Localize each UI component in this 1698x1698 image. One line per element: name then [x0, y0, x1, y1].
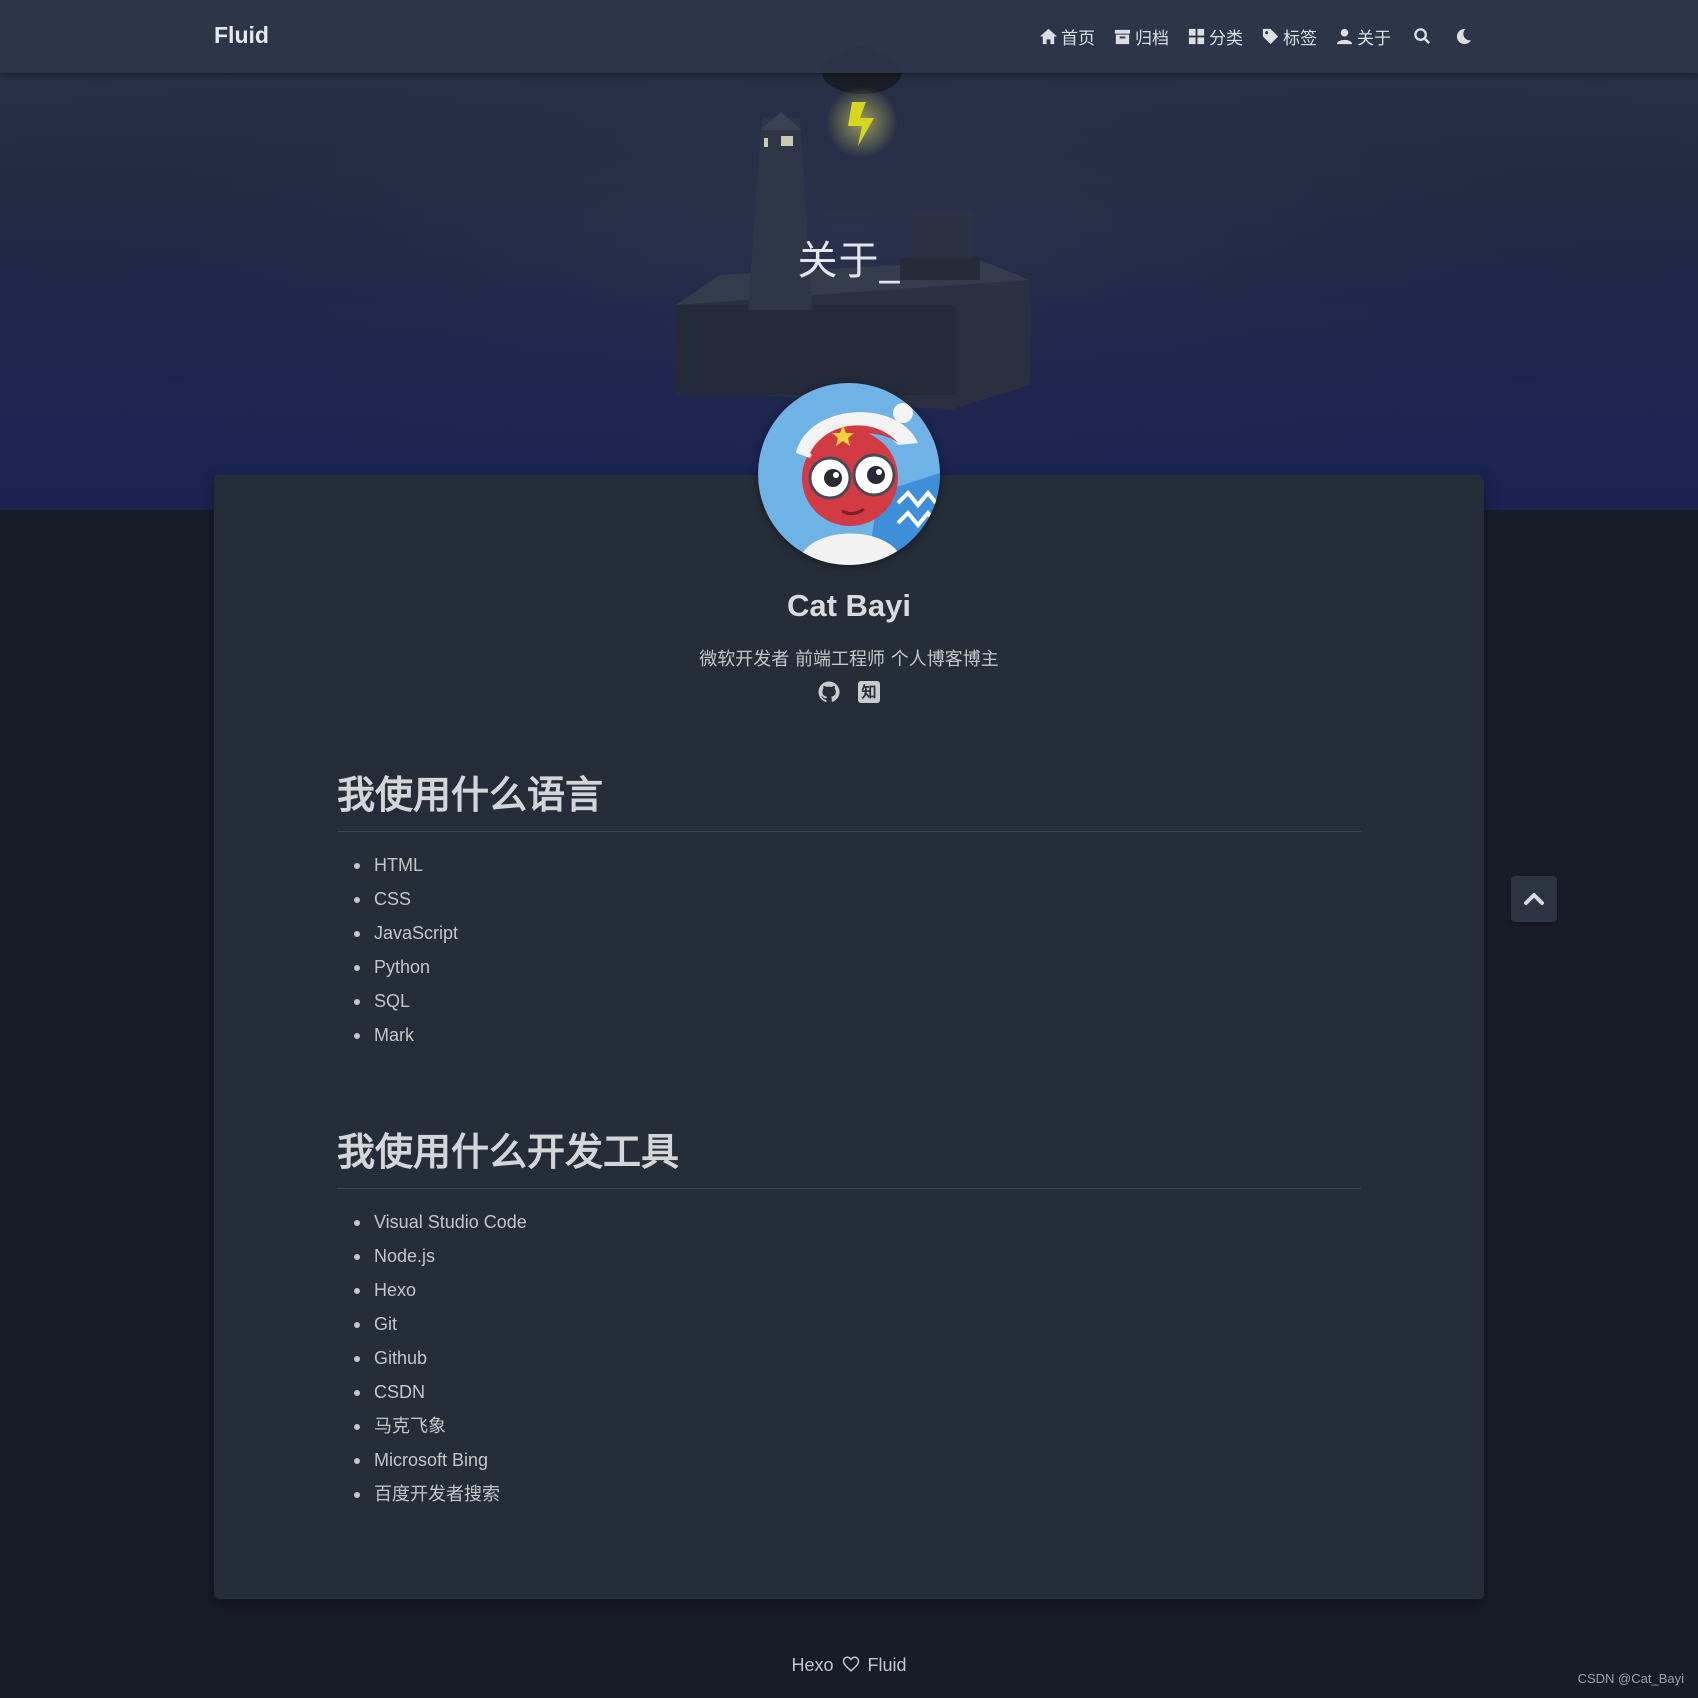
list-item: Node.js — [337, 1239, 527, 1273]
archive-icon — [1114, 29, 1131, 45]
avatar — [758, 383, 940, 565]
list-item: Hexo — [337, 1273, 527, 1307]
list-item: SQL — [337, 984, 458, 1018]
nav-item-tags[interactable]: 标签 — [1261, 24, 1317, 49]
watermark: CSDN @Cat_Bayi — [1577, 1671, 1684, 1686]
github-link[interactable] — [817, 680, 841, 704]
section-title-tools: 我使用什么开发工具 — [337, 1121, 1361, 1189]
list-item: Python — [337, 950, 458, 984]
nav-item-label: 首页 — [1061, 29, 1095, 49]
brand-link[interactable]: Fluid — [214, 22, 269, 49]
list-item: Git — [337, 1307, 527, 1341]
list-item: 百度开发者搜索 — [337, 1477, 527, 1511]
footer-hexo-link[interactable]: Hexo — [791, 1655, 833, 1675]
list-item: Microsoft Bing — [337, 1443, 527, 1477]
list-item: 马克飞象 — [337, 1409, 527, 1443]
nav-item-home[interactable]: 首页 — [1039, 24, 1095, 49]
nav-item-about[interactable]: 关于 — [1335, 24, 1391, 49]
github-icon — [818, 681, 840, 703]
scroll-to-top-button[interactable] — [1511, 876, 1557, 922]
navbar: Fluid 首页 归档 分类 标签 关于 — [0, 0, 1698, 73]
nav-item-label: 关于 — [1357, 29, 1391, 49]
zhihu-icon: 知 — [858, 681, 880, 703]
search-button[interactable] — [1413, 27, 1432, 46]
list-item: Github — [337, 1341, 527, 1375]
page-title: 关于_ — [797, 238, 901, 284]
section-title-languages: 我使用什么语言 — [337, 764, 1361, 832]
footer-fluid-link[interactable]: Fluid — [868, 1655, 907, 1675]
languages-list: HTML CSS JavaScript Python SQL Mark — [337, 848, 458, 1052]
list-item: CSS — [337, 882, 458, 916]
profile-intro: 微软开发者 前端工程师 个人博客博主 — [699, 649, 999, 670]
heart-icon — [842, 1656, 859, 1672]
home-icon — [1039, 28, 1058, 45]
category-icon — [1188, 28, 1205, 45]
list-item: HTML — [337, 848, 458, 882]
list-item: CSDN — [337, 1375, 527, 1409]
moon-icon — [1456, 28, 1472, 45]
tag-icon — [1262, 28, 1279, 45]
nav-item-label: 归档 — [1135, 29, 1169, 49]
list-item: JavaScript — [337, 916, 458, 950]
list-item: Visual Studio Code — [337, 1205, 527, 1239]
avatar-illustration — [758, 383, 940, 565]
tools-list: Visual Studio Code Node.js Hexo Git Gith… — [337, 1205, 527, 1511]
nav-item-category[interactable]: 分类 — [1187, 24, 1243, 49]
list-item: Mark — [337, 1018, 458, 1052]
nav-item-label: 标签 — [1283, 29, 1317, 49]
footer: Hexo Fluid — [0, 1655, 1698, 1676]
search-icon — [1414, 28, 1431, 45]
zhihu-link[interactable]: 知 — [857, 680, 881, 704]
nav-menu: 首页 归档 分类 标签 关于 — [1021, 0, 1473, 73]
profile-name: Cat Bayi — [786, 588, 912, 623]
nav-item-archive[interactable]: 归档 — [1113, 24, 1169, 49]
user-icon — [1336, 28, 1353, 45]
chevron-up-icon — [1524, 893, 1544, 905]
profile-social-links: 知 — [214, 680, 1484, 704]
dark-mode-toggle[interactable] — [1454, 27, 1473, 46]
nav-item-label: 分类 — [1209, 29, 1243, 49]
